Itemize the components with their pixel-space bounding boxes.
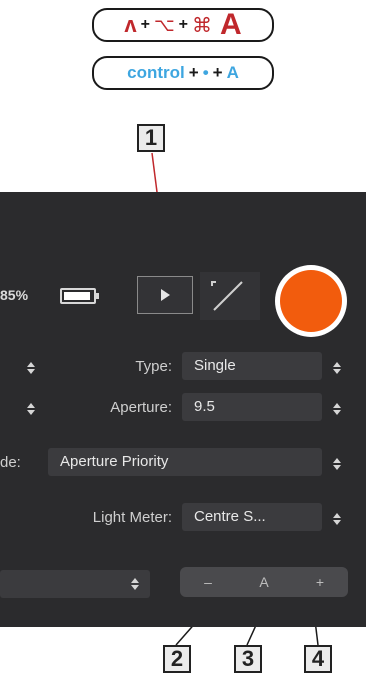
stepper-left-1[interactable] bbox=[20, 354, 42, 382]
control-key: control bbox=[127, 63, 185, 82]
aperture-field[interactable]: 9.5 bbox=[182, 393, 322, 421]
callout-number-1: 1 bbox=[137, 124, 165, 152]
play-icon bbox=[160, 289, 170, 301]
mode-field[interactable]: Aperture Priority bbox=[48, 448, 322, 476]
stepper-left-2[interactable] bbox=[20, 395, 42, 423]
type-stepper[interactable] bbox=[326, 354, 348, 382]
mac-shortcut-pill: ʌ + ⌥ + ⌘ A bbox=[92, 8, 274, 42]
mode-label: de: bbox=[0, 454, 21, 471]
dot-key: • bbox=[202, 63, 209, 82]
camera-settings-panel: 85% Type: Single Aperture: 9.5 de: Apert… bbox=[0, 192, 366, 627]
light-meter-stepper[interactable] bbox=[326, 505, 348, 533]
battery-icon bbox=[60, 288, 99, 304]
pc-shortcut-pill: control + • + A bbox=[92, 56, 274, 90]
aperture-stepper[interactable] bbox=[326, 395, 348, 423]
battery-percentage: 85% bbox=[0, 287, 29, 303]
option-key-symbol: ⌥ bbox=[153, 14, 175, 35]
expand-diagonal-icon bbox=[211, 281, 243, 311]
record-button[interactable] bbox=[275, 265, 347, 337]
callout-number-2: 2 bbox=[163, 645, 191, 673]
mode-stepper[interactable] bbox=[326, 450, 348, 478]
callout-number-4: 4 bbox=[304, 645, 332, 673]
play-button[interactable] bbox=[137, 276, 193, 314]
plus-sign: + bbox=[178, 16, 188, 33]
aperture-label: Aperture: bbox=[110, 399, 172, 416]
exposure-segmented-control: – A + bbox=[180, 567, 348, 597]
light-meter-label: Light Meter: bbox=[92, 509, 172, 526]
exposure-minus-button[interactable]: – bbox=[180, 567, 236, 597]
plus-sign: + bbox=[212, 63, 223, 82]
exposure-auto-button[interactable]: A bbox=[236, 567, 292, 597]
control-key-symbol: ʌ bbox=[124, 12, 137, 37]
a-key: A bbox=[226, 63, 239, 82]
a-key: A bbox=[220, 8, 242, 41]
type-field[interactable]: Single bbox=[182, 352, 322, 380]
record-icon bbox=[280, 270, 342, 332]
light-meter-field[interactable]: Centre S... bbox=[182, 503, 322, 531]
expand-button[interactable] bbox=[200, 272, 260, 320]
plus-sign: + bbox=[140, 16, 150, 33]
bottom-stepper[interactable] bbox=[124, 570, 146, 598]
command-key-symbol: ⌘ bbox=[192, 14, 212, 37]
type-label: Type: bbox=[135, 358, 172, 375]
callout-number-3: 3 bbox=[234, 645, 262, 673]
plus-sign: + bbox=[188, 63, 199, 82]
exposure-plus-button[interactable]: + bbox=[292, 567, 348, 597]
